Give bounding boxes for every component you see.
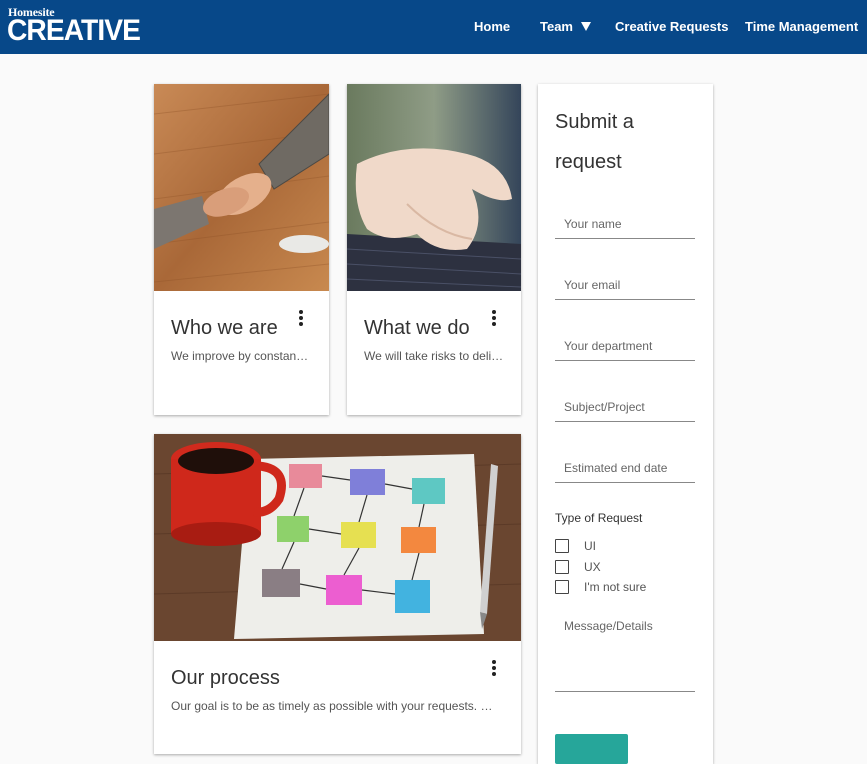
- ui-checkbox[interactable]: [555, 539, 569, 553]
- logo-big-text: CREATIVE: [7, 14, 141, 47]
- card-title: Our process: [171, 667, 280, 689]
- subject-field[interactable]: [555, 392, 695, 422]
- nav-team[interactable]: Team: [540, 19, 573, 34]
- department-field[interactable]: [555, 331, 695, 361]
- message-field[interactable]: [555, 610, 695, 692]
- nav-creative-requests[interactable]: Creative Requests: [615, 19, 728, 34]
- submit-button[interactable]: [555, 734, 628, 764]
- more-vert-icon[interactable]: [298, 309, 304, 327]
- card-who-we-are: Who we are We improve by constantly grow…: [154, 84, 329, 415]
- card-description: We will take risks to deliver better sol…: [364, 349, 504, 363]
- ux-checkbox[interactable]: [555, 560, 569, 574]
- handshake-image: [154, 84, 329, 291]
- homesite-creative-logo[interactable]: Homesite CREATIVE: [7, 5, 141, 49]
- typing-hands-image: [347, 84, 521, 291]
- option-label: UX: [584, 560, 601, 574]
- email-field[interactable]: [555, 270, 695, 300]
- process-sketch-image: [154, 434, 521, 641]
- type-of-request-label: Type of Request: [555, 511, 643, 525]
- nav-home[interactable]: Home: [474, 19, 510, 34]
- option-label: UI: [584, 539, 596, 553]
- name-field[interactable]: [555, 209, 695, 239]
- card-description: We improve by constantly growing and lea…: [171, 349, 311, 363]
- card-title: What we do: [364, 317, 470, 339]
- card-title: Who we are: [171, 317, 278, 339]
- card-our-process: Our process Our goal is to be as timely …: [154, 434, 521, 754]
- form-title: Submit a request: [555, 111, 634, 173]
- submit-request-form: Submit a request Type of Request UI UX I…: [538, 84, 713, 764]
- chevron-down-icon[interactable]: [580, 21, 592, 33]
- option-label: I'm not sure: [584, 580, 647, 594]
- more-vert-icon[interactable]: [491, 309, 497, 327]
- card-what-we-do: What we do We will take risks to deliver…: [347, 84, 521, 415]
- nav-time-management[interactable]: Time Management: [745, 19, 858, 34]
- more-vert-icon[interactable]: [491, 659, 497, 677]
- top-navigation-bar: Homesite CREATIVE Home Team Creative Req…: [0, 0, 867, 54]
- end-date-field[interactable]: [555, 453, 695, 483]
- card-description: Our goal is to be as timely as possible …: [171, 699, 498, 713]
- not-sure-checkbox[interactable]: [555, 580, 569, 594]
